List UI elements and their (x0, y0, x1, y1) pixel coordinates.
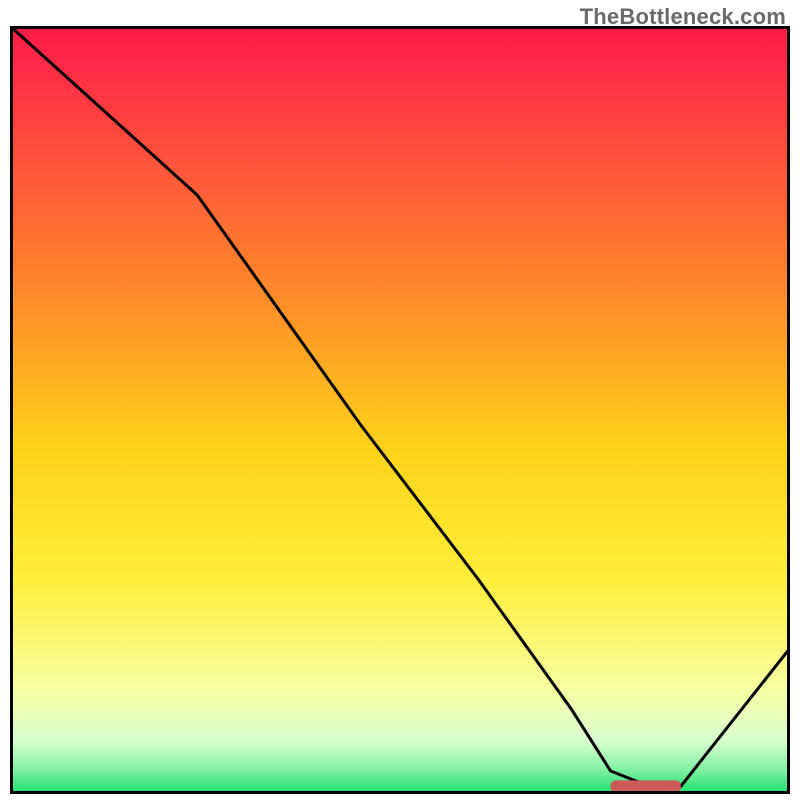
plot-area (10, 26, 790, 794)
chart-root: TheBottleneck.com (0, 0, 800, 800)
chart-svg (10, 26, 790, 794)
optimum-marker (611, 780, 681, 792)
gradient-background (10, 26, 790, 794)
